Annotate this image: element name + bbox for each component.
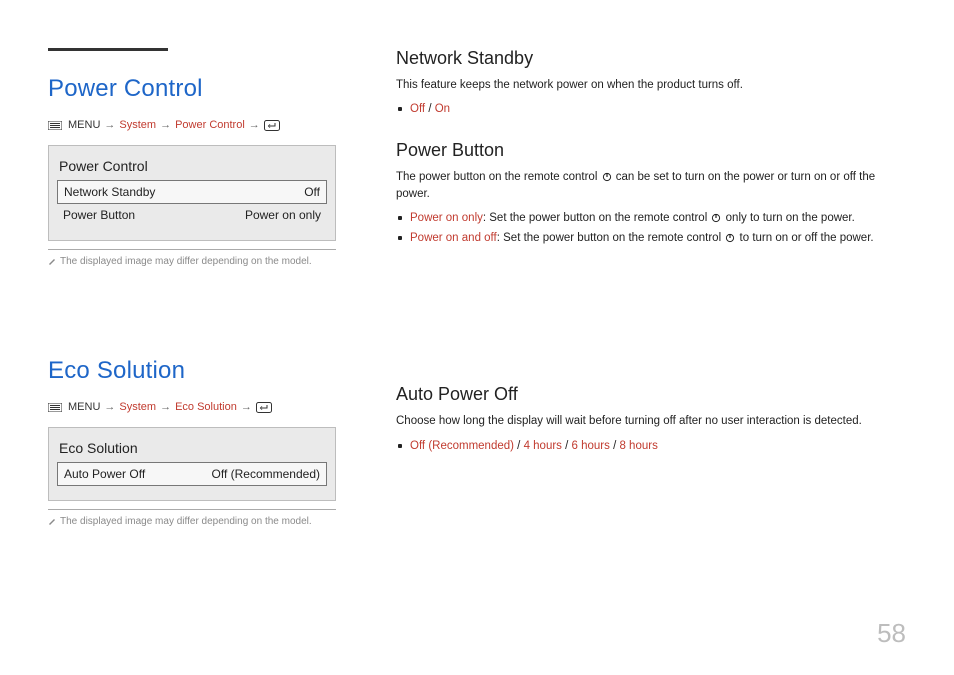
row-value: Off xyxy=(304,185,320,199)
power-icon xyxy=(725,233,735,243)
subsection-power-button: Power Button The power button on the rem… xyxy=(396,140,906,249)
breadcrumb-eco-item: Eco Solution xyxy=(175,401,237,413)
row-value: Power on only xyxy=(245,208,321,222)
divider xyxy=(48,509,336,510)
section-power-control: Power Control MENU → System → Power Cont… xyxy=(48,75,336,267)
left-column: Power Control MENU → System → Power Cont… xyxy=(48,48,336,527)
option-4h: 4 hours xyxy=(524,440,562,452)
heading-eco-solution: Eco Solution xyxy=(48,357,336,385)
arrow-icon: → xyxy=(104,119,115,131)
note-power-control: The displayed image may differ depending… xyxy=(48,256,336,267)
heading-power-button: Power Button xyxy=(396,140,906,161)
options-auto-power-off: Off (Recommended) / 4 hours / 6 hours / … xyxy=(410,437,906,457)
desc-network-standby: This feature keeps the network power on … xyxy=(396,77,906,94)
note-text: The displayed image may differ depending… xyxy=(60,516,312,527)
breadcrumb-menu-label: MENU xyxy=(68,401,100,413)
breadcrumb-system: System xyxy=(119,401,156,413)
panel-row-power-button[interactable]: Power Button Power on only xyxy=(57,204,327,226)
breadcrumb-eco-solution: MENU → System → Eco Solution → xyxy=(48,401,336,413)
option-sep: / xyxy=(425,103,435,115)
row-label: Auto Power Off xyxy=(64,467,145,481)
heading-network-standby: Network Standby xyxy=(396,48,906,69)
note-text: The displayed image may differ depending… xyxy=(60,256,312,267)
panel-title: Eco Solution xyxy=(57,438,327,462)
row-label: Power Button xyxy=(63,208,135,222)
desc-power-button: The power button on the remote control c… xyxy=(396,169,906,204)
menu-icon xyxy=(48,403,62,412)
desc-auto-power-off: Choose how long the display will wait be… xyxy=(396,413,906,430)
heading-auto-power-off: Auto Power Off xyxy=(396,384,906,405)
right-column: Network Standby This feature keeps the n… xyxy=(396,48,906,527)
breadcrumb-power-control-item: Power Control xyxy=(175,119,245,131)
menu-icon xyxy=(48,121,62,130)
option-6h: 6 hours xyxy=(572,440,610,452)
option-8h: 8 hours xyxy=(619,440,657,452)
panel-row-auto-power-off[interactable]: Auto Power Off Off (Recommended) xyxy=(57,462,327,486)
subsection-auto-power-off: Auto Power Off Choose how long the displ… xyxy=(396,384,906,456)
option-power-on-and-off: Power on and off: Set the power button o… xyxy=(410,229,906,249)
options-network-standby: Off / On xyxy=(410,100,906,120)
option-off: Off xyxy=(410,103,425,115)
page-number: 58 xyxy=(877,618,906,649)
enter-icon xyxy=(256,402,272,413)
arrow-icon: → xyxy=(241,401,252,413)
section-rule xyxy=(48,48,168,51)
panel-eco-solution: Eco Solution Auto Power Off Off (Recomme… xyxy=(48,427,336,501)
option-off-rec: Off (Recommended) xyxy=(410,440,514,452)
row-label: Network Standby xyxy=(64,185,155,199)
divider xyxy=(48,249,336,250)
arrow-icon: → xyxy=(104,401,115,413)
pen-icon xyxy=(48,257,56,265)
option-power-on-only: Power on only: Set the power button on t… xyxy=(410,209,906,229)
note-eco-solution: The displayed image may differ depending… xyxy=(48,516,336,527)
subsection-network-standby: Network Standby This feature keeps the n… xyxy=(396,48,906,120)
arrow-icon: → xyxy=(249,119,260,131)
breadcrumb-system: System xyxy=(119,119,156,131)
heading-power-control: Power Control xyxy=(48,75,336,103)
arrow-icon: → xyxy=(160,401,171,413)
enter-icon xyxy=(264,120,280,131)
option-on: On xyxy=(435,103,450,115)
option-label: Power on and off xyxy=(410,232,497,244)
power-icon xyxy=(711,213,721,223)
row-value: Off (Recommended) xyxy=(212,467,321,481)
option-label: Power on only xyxy=(410,212,483,224)
panel-power-control: Power Control Network Standby Off Power … xyxy=(48,145,336,241)
power-icon xyxy=(602,172,612,182)
panel-row-network-standby[interactable]: Network Standby Off xyxy=(57,180,327,204)
arrow-icon: → xyxy=(160,119,171,131)
pen-icon xyxy=(48,517,56,525)
panel-title: Power Control xyxy=(57,156,327,180)
section-eco-solution: Eco Solution MENU → System → Eco Solutio… xyxy=(48,357,336,527)
breadcrumb-power-control: MENU → System → Power Control → xyxy=(48,119,336,131)
breadcrumb-menu-label: MENU xyxy=(68,119,100,131)
